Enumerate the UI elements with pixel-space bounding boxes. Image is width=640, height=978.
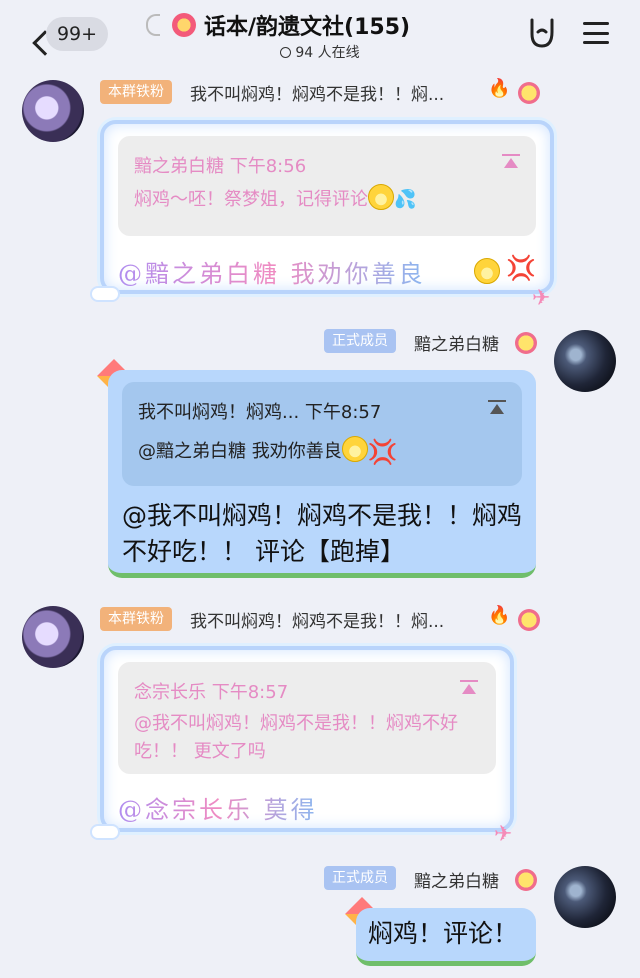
- quote-block[interactable]: 黯之弟白糖 下午8:56 焖鸡～呸！祭梦姐，记得评论 💦: [118, 136, 536, 236]
- online-count: 94 人在线: [295, 45, 360, 61]
- chat-header: 99+ 话本/韵遗文社(155) 94 人在线: [0, 0, 640, 66]
- quote-meta: 黯之弟白糖 下午8:56: [134, 152, 306, 178]
- grin-emoji-icon: [474, 258, 500, 284]
- message-bubble[interactable]: 焖鸡！评论！: [356, 908, 536, 966]
- message-text: @念宗长乐 莫得: [118, 790, 318, 825]
- message-bubble[interactable]: 念宗长乐 下午8:57 @我不叫焖鸡！焖鸡不是我！！焖鸡不好吃！！ 更文了吗 @…: [100, 646, 514, 832]
- sender-name[interactable]: 黯之弟白糖: [414, 330, 499, 355]
- message-text: 焖鸡！评论！: [368, 919, 519, 948]
- quote-block[interactable]: 我不叫焖鸡！焖鸡... 下午8:57 @黯之弟白糖 我劝你善良 💢: [122, 382, 522, 486]
- jump-to-quote-icon[interactable]: [488, 400, 506, 416]
- cloud-decoration-icon: [92, 826, 118, 838]
- avatar[interactable]: [22, 606, 84, 668]
- smile-badge-icon: [518, 609, 540, 631]
- anger-emoji-icon: 💢: [506, 254, 536, 282]
- quote-meta: 念宗长乐 下午8:57: [134, 678, 288, 704]
- jump-to-quote-icon[interactable]: [460, 680, 478, 696]
- cloud-decoration-icon: [92, 288, 118, 300]
- menu-icon[interactable]: [583, 22, 609, 44]
- quote-body-text: 焖鸡～呸！祭梦姐，记得评论: [134, 189, 368, 210]
- quote-author: 我不叫焖鸡！焖鸡...: [138, 402, 300, 423]
- message-text: @黯之弟白糖 我劝你善良: [118, 254, 426, 289]
- sender-name[interactable]: 黯之弟白糖: [414, 867, 499, 892]
- fan-badge: 本群铁粉: [100, 607, 172, 631]
- quote-body: @我不叫焖鸡！焖鸡不是我！！焖鸡不好吃！！ 更文了吗: [134, 713, 458, 762]
- quote-author: 念宗长乐: [134, 682, 206, 703]
- flower-emoji-icon: [172, 13, 196, 37]
- fan-badge: 本群铁粉: [100, 80, 172, 104]
- quote-body: 焖鸡～呸！祭梦姐，记得评论 💦: [134, 184, 416, 214]
- quote-author: 黯之弟白糖: [134, 156, 224, 177]
- quote-body-text: @黯之弟白糖 我劝你善良: [138, 441, 342, 462]
- grin-emoji-icon: [341, 436, 368, 462]
- member-badge: 正式成员: [324, 866, 396, 890]
- group-title: 话本/韵遗文社(155): [204, 15, 411, 40]
- rock-hand-icon[interactable]: [526, 16, 558, 50]
- fire-icon: 🔥: [488, 78, 511, 99]
- sender-name[interactable]: 我不叫焖鸡！焖鸡不是我！！焖...: [190, 607, 444, 632]
- avatar[interactable]: [554, 866, 616, 928]
- quote-time: 下午8:57: [304, 402, 382, 423]
- message-text: @我不叫焖鸡！焖鸡不是我！！焖鸡不好吃！！ 评论【跑掉】: [122, 501, 523, 566]
- message-bubble[interactable]: 我不叫焖鸡！焖鸡... 下午8:57 @黯之弟白糖 我劝你善良 💢 @我不叫焖鸡！…: [108, 370, 536, 578]
- sender-name[interactable]: 我不叫焖鸡！焖鸡不是我！！焖...: [190, 80, 444, 105]
- grin-emoji-icon: [368, 184, 394, 210]
- anger-emoji-icon: 💢: [367, 438, 398, 466]
- paper-plane-icon: ✈: [494, 822, 513, 847]
- quote-time: 下午8:57: [211, 682, 289, 703]
- ear-icon: [146, 14, 160, 36]
- quote-time: 下午8:56: [229, 156, 307, 177]
- group-title-row[interactable]: 话本/韵遗文社(155): [172, 8, 410, 42]
- fire-icon: 🔥: [488, 605, 511, 626]
- sweat-emoji-icon: 💦: [394, 189, 417, 210]
- quote-meta: 我不叫焖鸡！焖鸡... 下午8:57: [138, 398, 381, 424]
- message-bubble[interactable]: 黯之弟白糖 下午8:56 焖鸡～呸！祭梦姐，记得评论 💦 @黯之弟白糖 我劝你善良…: [100, 120, 554, 294]
- smile-badge-icon: [515, 332, 537, 354]
- avatar[interactable]: [554, 330, 616, 392]
- clock-icon: [280, 47, 292, 58]
- jump-to-quote-icon[interactable]: [502, 154, 520, 170]
- smile-badge-icon: [515, 869, 537, 891]
- smile-badge-icon: [518, 82, 540, 104]
- avatar[interactable]: [22, 80, 84, 142]
- quote-body: @黯之弟白糖 我劝你善良 💢: [138, 436, 398, 466]
- member-badge: 正式成员: [324, 329, 396, 353]
- quote-block[interactable]: 念宗长乐 下午8:57 @我不叫焖鸡！焖鸡不是我！！焖鸡不好吃！！ 更文了吗: [118, 662, 496, 774]
- paper-plane-icon: ✈: [532, 286, 551, 311]
